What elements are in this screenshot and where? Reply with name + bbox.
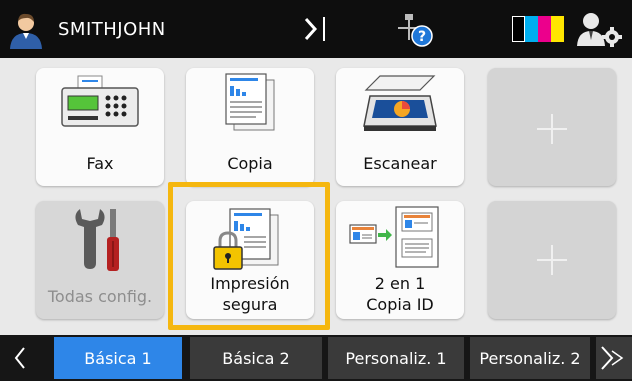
id-copy-label-line2: Copia ID xyxy=(366,295,434,314)
tab-label: Básica 1 xyxy=(84,348,152,368)
scan-label: Escanear xyxy=(363,154,437,173)
scan-tile[interactable]: Escanear xyxy=(336,68,464,186)
ink-levels-icon[interactable] xyxy=(512,16,564,42)
copy-icon xyxy=(225,73,275,131)
tab-bar: Básica 1 Básica 2 Personaliz. 1 Personal… xyxy=(0,335,632,381)
copy-tile[interactable]: Copia xyxy=(186,68,314,186)
add-shortcut-button-1[interactable] xyxy=(488,68,616,186)
svg-text:?: ? xyxy=(418,29,426,45)
chevron-right-icon xyxy=(601,346,624,370)
tab-basica-1[interactable]: Básica 1 xyxy=(54,337,182,379)
tools-icon xyxy=(75,209,119,271)
secure-print-tile[interactable]: Impresión segura xyxy=(186,201,314,319)
user-button[interactable]: SMITHJOHN xyxy=(6,6,232,52)
fax-tile[interactable]: Fax xyxy=(36,68,164,186)
id-copy-icon xyxy=(349,206,439,268)
id-copy-label-line1: 2 en 1 xyxy=(374,274,426,293)
tab-next-button[interactable] xyxy=(596,337,632,379)
tab-personaliz-2[interactable]: Personaliz. 2 xyxy=(470,337,590,379)
copy-label: Copia xyxy=(227,154,273,173)
fax-label: Fax xyxy=(86,154,114,173)
tab-label: Personaliz. 1 xyxy=(345,348,447,368)
tab-prev-button[interactable] xyxy=(0,335,40,381)
plus-icon xyxy=(537,114,567,144)
secure-print-icon xyxy=(213,208,279,270)
username: SMITHJOHN xyxy=(58,18,166,40)
fax-icon xyxy=(61,75,139,127)
tab-personaliz-1[interactable]: Personaliz. 1 xyxy=(328,337,464,379)
function-grid: Fax Copia Escanear Todas config. Impresi… xyxy=(0,58,632,335)
user-icon xyxy=(10,13,42,49)
all-settings-tile[interactable]: Todas config. xyxy=(36,201,164,319)
all-settings-label: Todas config. xyxy=(47,287,153,306)
secure-print-label-line2: segura xyxy=(222,295,278,314)
plus-icon xyxy=(537,245,567,275)
tab-basica-2[interactable]: Básica 2 xyxy=(190,337,322,379)
id-copy-tile[interactable]: 2 en 1 Copia ID xyxy=(336,201,464,319)
status-bar: SMITHJOHN ? xyxy=(0,0,632,58)
tab-label: Personaliz. 2 xyxy=(479,348,581,368)
secure-print-label-line1: Impresión xyxy=(210,274,290,293)
admin-settings-icon[interactable] xyxy=(574,10,624,48)
chevron-left-icon xyxy=(14,347,25,369)
expand-arrow-icon[interactable] xyxy=(300,12,334,46)
network-help-icon[interactable]: ? xyxy=(394,12,434,50)
scanner-icon xyxy=(363,75,437,131)
tab-label: Básica 2 xyxy=(222,348,290,368)
add-shortcut-button-2[interactable] xyxy=(488,201,616,319)
